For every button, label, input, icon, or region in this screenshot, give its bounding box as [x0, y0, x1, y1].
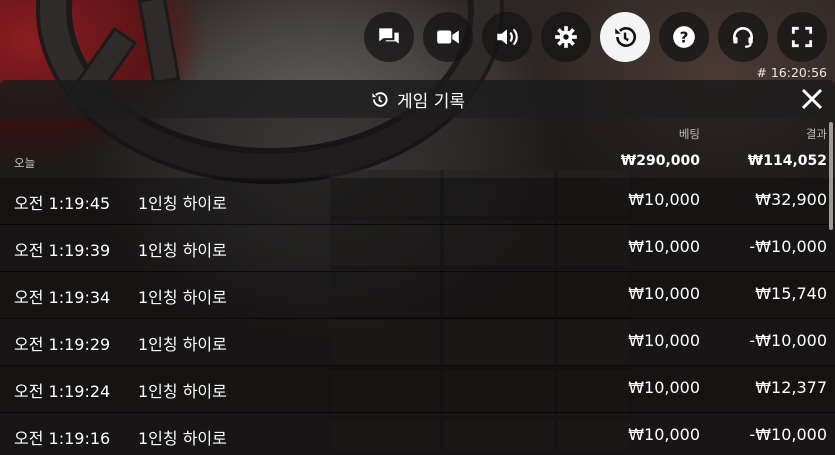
row-game: 1인칭 하이로 [138, 194, 227, 213]
history-row[interactable]: 오전 1:19:34 1인칭 하이로 ₩10,000 ₩15,740 [0, 272, 835, 319]
game-history-panel: 게임 기록 베팅 결과 오늘 ₩290,000 ₩114,052 오전 1:19… [0, 80, 835, 455]
row-game: 1인칭 하이로 [138, 335, 227, 354]
row-result: ₩32,900 [755, 190, 827, 209]
gear-icon [555, 26, 577, 48]
close-button[interactable] [799, 86, 825, 112]
bet-column-header: 베팅 [678, 127, 700, 141]
row-time: 오전 1:19:45 [14, 194, 111, 213]
row-time: 오전 1:19:29 [14, 335, 111, 354]
row-game: 1인칭 하이로 [138, 382, 227, 401]
row-game: 1인칭 하이로 [138, 429, 227, 448]
row-bet: ₩10,000 [628, 284, 700, 303]
fullscreen-button[interactable] [777, 12, 827, 62]
row-bet: ₩10,000 [628, 331, 700, 350]
history-icon [615, 27, 636, 47]
row-time: 오전 1:19:34 [14, 288, 111, 307]
day-label: 오늘 [14, 156, 36, 170]
row-game: 1인칭 하이로 [138, 241, 227, 260]
history-icon [372, 91, 388, 107]
video-camera-icon [437, 30, 459, 44]
row-bet: ₩10,000 [628, 190, 700, 209]
bet-total: ₩290,000 [620, 153, 700, 169]
fullscreen-icon [791, 26, 813, 48]
history-list: 오전 1:19:45 1인칭 하이로 ₩10,000 ₩32,900 오전 1:… [0, 178, 835, 455]
history-row[interactable]: 오전 1:19:16 1인칭 하이로 ₩10,000 -₩10,000 [0, 413, 835, 455]
help-icon: ? [673, 26, 695, 48]
row-bet: ₩10,000 [628, 237, 700, 256]
row-game: 1인칭 하이로 [138, 288, 227, 307]
row-result: ₩15,740 [755, 284, 827, 303]
history-button[interactable] [600, 12, 650, 62]
volume-icon [497, 28, 518, 46]
row-bet: ₩10,000 [628, 378, 700, 397]
row-result: -₩10,000 [749, 425, 827, 444]
panel-title-text: 게임 기록 [397, 91, 465, 112]
headset-icon [733, 27, 753, 48]
row-time: 오전 1:19:24 [14, 382, 111, 401]
sound-button[interactable] [482, 12, 532, 62]
row-result: ₩12,377 [755, 378, 827, 397]
help-button[interactable]: ? [659, 12, 709, 62]
row-result: -₩10,000 [749, 237, 827, 256]
settings-button[interactable] [541, 12, 591, 62]
day-summary: 오늘 ₩290,000 ₩114,052 [0, 146, 835, 178]
close-icon [801, 88, 823, 110]
video-button[interactable] [423, 12, 473, 62]
history-row[interactable]: 오전 1:19:24 1인칭 하이로 ₩10,000 ₩12,377 [0, 366, 835, 413]
top-toolbar: ? [364, 12, 827, 62]
column-headers: 베팅 결과 [0, 118, 835, 146]
chat-icon [379, 28, 399, 44]
chat-button[interactable] [364, 12, 414, 62]
result-total: ₩114,052 [747, 153, 827, 169]
row-time: 오전 1:19:16 [14, 429, 111, 448]
history-row[interactable]: 오전 1:19:39 1인칭 하이로 ₩10,000 -₩10,000 [0, 225, 835, 272]
panel-title: 게임 기록 [370, 87, 465, 112]
result-column-header: 결과 [805, 127, 827, 141]
row-time: 오전 1:19:39 [14, 241, 111, 260]
clock-readout: # 16:20:56 [756, 65, 827, 80]
panel-header: 게임 기록 [0, 80, 835, 118]
svg-text:?: ? [680, 28, 689, 46]
row-result: -₩10,000 [749, 331, 827, 350]
history-row[interactable]: 오전 1:19:45 1인칭 하이로 ₩10,000 ₩32,900 [0, 178, 835, 225]
support-button[interactable] [718, 12, 768, 62]
history-row[interactable]: 오전 1:19:29 1인칭 하이로 ₩10,000 -₩10,000 [0, 319, 835, 366]
history-scrollbar[interactable] [829, 122, 833, 230]
row-bet: ₩10,000 [628, 425, 700, 444]
